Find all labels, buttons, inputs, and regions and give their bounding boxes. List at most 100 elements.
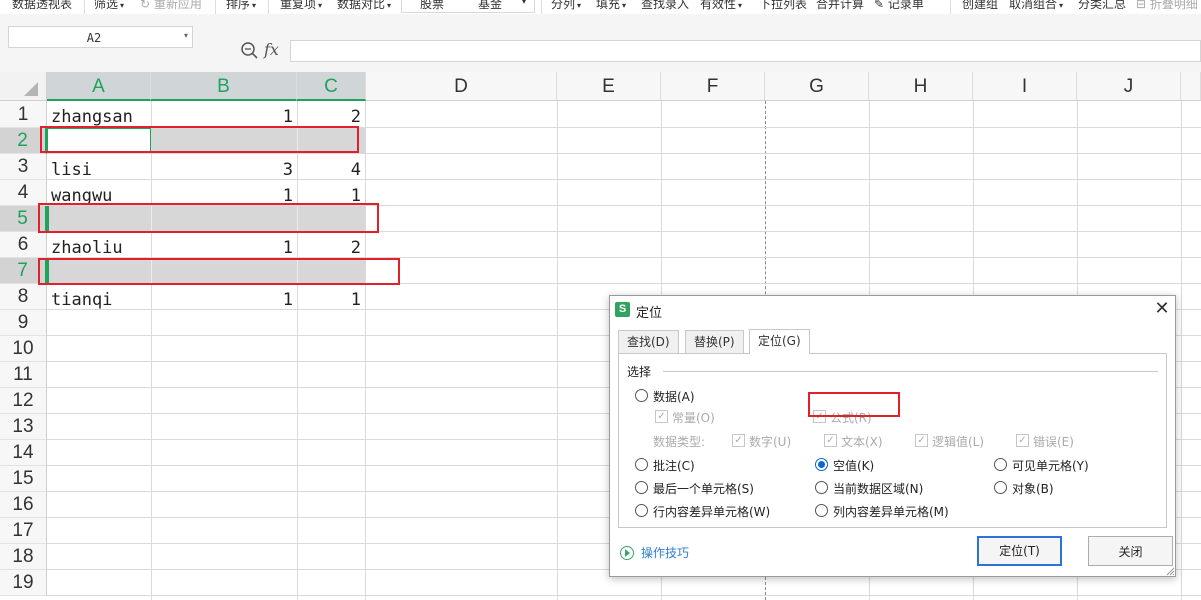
row-header-17[interactable]: 17 (0, 518, 47, 544)
select-all-corner[interactable] (0, 72, 47, 101)
chevron-down-icon: ▾ (622, 1, 627, 10)
resize-grip-icon[interactable] (1165, 566, 1175, 576)
cell-c3[interactable]: 4 (298, 157, 361, 183)
play-tips-icon[interactable] (620, 546, 634, 560)
validation-button[interactable]: 有效性 ▾ (700, 0, 742, 12)
cell-a3[interactable]: lisi (51, 157, 92, 183)
radio-blanks[interactable] (815, 458, 828, 471)
column-header-j[interactable]: J (1077, 72, 1181, 101)
cell-b8[interactable]: 1 (152, 287, 293, 313)
cell-c8[interactable]: 1 (298, 287, 361, 313)
radio-column-differences[interactable] (815, 504, 828, 517)
data-compare-button[interactable]: 数据对比 ▾ (337, 0, 391, 12)
column-header-i[interactable]: I (973, 72, 1077, 101)
radio-objects-label[interactable]: 对象(B) (1012, 480, 1054, 497)
dropdown-list-button[interactable]: 下拉列表 (759, 0, 807, 12)
close-icon[interactable]: ✕ (1151, 298, 1173, 320)
subtotal-button[interactable]: 分类汇总 (1078, 0, 1126, 12)
radio-data[interactable] (635, 389, 648, 402)
reapply-icon: ↻ (140, 0, 151, 11)
consolidate-button[interactable]: 合并计算 (816, 0, 864, 12)
radio-comments-label[interactable]: 批注(C) (653, 457, 695, 474)
data-type-label: 数据类型: (653, 435, 706, 449)
chevron-down-icon: ▾ (387, 1, 392, 10)
row-header-6[interactable]: 6 (0, 232, 47, 258)
group-divider (663, 371, 1158, 372)
goto-dialog: S 定位 ✕ 查找(D) 替换(P) 定位(G) 选择 数据(A) ✓ 常量(O… (609, 295, 1176, 577)
row-header-11[interactable]: 11 (0, 362, 47, 388)
radio-visible-cells[interactable] (994, 458, 1007, 471)
formula-input[interactable] (290, 40, 1201, 62)
cell-b3[interactable]: 3 (152, 157, 293, 183)
row-header-13[interactable]: 13 (0, 414, 47, 440)
radio-last-cell-label[interactable]: 最后一个单元格(S) (653, 480, 754, 497)
highlight-box-blanks-option (808, 392, 900, 417)
tab-replace[interactable]: 替换(P) (685, 330, 744, 353)
row-header-18[interactable]: 18 (0, 544, 47, 570)
pivot-table-button[interactable]: 数据透视表 (12, 0, 72, 12)
column-header-f[interactable]: F (661, 72, 765, 101)
wps-logo-icon: S (615, 302, 630, 317)
radio-comments[interactable] (635, 458, 648, 471)
checkbox-text-label: 文本(X) (841, 435, 883, 449)
radio-row-differences[interactable] (635, 504, 648, 517)
row-header-19[interactable]: 19 (0, 570, 47, 596)
radio-current-region-label[interactable]: 当前数据区域(N) (833, 480, 923, 497)
radio-row-differences-label[interactable]: 行内容差异单元格(W) (653, 503, 770, 520)
highlight-box-row-2 (40, 126, 359, 153)
tips-link[interactable]: 操作技巧 (641, 544, 689, 561)
column-header-b[interactable]: B (151, 72, 297, 101)
goto-button[interactable]: 定位(T) (977, 536, 1062, 566)
radio-data-label[interactable]: 数据(A) (653, 388, 695, 405)
row-header-16[interactable]: 16 (0, 492, 47, 518)
radio-blanks-label[interactable]: 空值(K) (833, 457, 874, 474)
cell-a8[interactable]: tianqi (51, 287, 112, 313)
record-form-button[interactable]: ✎ 记录单 (874, 0, 924, 12)
fill-button[interactable]: 填充 ▾ (596, 0, 626, 12)
group-label: 选择 (627, 363, 656, 380)
ungroup-button[interactable]: 取消组合 ▾ (1009, 0, 1063, 12)
column-header-h[interactable]: H (869, 72, 973, 101)
column-header-c[interactable]: C (297, 72, 366, 101)
column-header-e[interactable]: E (557, 72, 661, 101)
duplicates-button[interactable]: 重复项 ▾ (280, 0, 322, 12)
combo-option-fund[interactable]: 基金 (478, 0, 502, 12)
combo-option-stock[interactable]: 股票 (420, 0, 444, 12)
checkbox-text: ✓ (824, 434, 837, 447)
row-header-8[interactable]: 8 (0, 284, 47, 310)
row-header-10[interactable]: 10 (0, 336, 47, 362)
radio-visible-cells-label[interactable]: 可见单元格(Y) (1012, 457, 1089, 474)
fx-icon[interactable]: fx (264, 40, 279, 59)
sort-button[interactable]: 排序 ▾ (226, 0, 256, 12)
radio-current-region[interactable] (815, 481, 828, 494)
row-header-1[interactable]: 1 (0, 101, 47, 128)
name-box[interactable]: A2 ▾ (8, 26, 193, 48)
column-header-k[interactable] (1181, 72, 1201, 101)
lookup-entry-button[interactable]: 查找录入 (641, 0, 689, 12)
row-header-14[interactable]: 14 (0, 440, 47, 466)
filter-button[interactable]: 筛选 ▾ (94, 0, 124, 12)
text-to-columns-button[interactable]: 分列 ▾ (551, 0, 581, 12)
tab-find[interactable]: 查找(D) (618, 330, 679, 353)
column-header-a[interactable]: A (47, 72, 151, 101)
row-header-15[interactable]: 15 (0, 466, 47, 492)
name-box-value: A2 (86, 31, 102, 45)
row-header-9[interactable]: 9 (0, 310, 47, 336)
reapply-button[interactable]: ↻ 重新应用 (140, 0, 202, 12)
tab-goto[interactable]: 定位(G) (749, 329, 810, 354)
collapse-detail-button[interactable]: ⊟ 折叠明细 (1136, 0, 1198, 12)
radio-objects[interactable] (994, 481, 1007, 494)
row-header-3[interactable]: 3 (0, 154, 47, 180)
radio-column-differences-label[interactable]: 列内容差异单元格(M) (833, 503, 949, 520)
close-button[interactable]: 关闭 (1088, 536, 1173, 566)
column-header-g[interactable]: G (765, 72, 869, 101)
column-header-d[interactable]: D (366, 72, 557, 101)
ribbon-toolbar: 数据透视表 筛选 ▾ ↻ 重新应用 排序 ▾ 重复项 ▾ 数据对比 ▾ 股票 基金 ▾ … (0, 0, 1201, 14)
radio-last-cell[interactable] (635, 481, 648, 494)
create-group-button[interactable]: 创建组 (962, 0, 998, 12)
chevron-down-icon[interactable]: ▾ (184, 31, 188, 40)
zoom-icon[interactable] (240, 41, 260, 61)
chevron-down-icon[interactable]: ▾ (522, 0, 526, 6)
stock-fund-combo[interactable]: 股票 基金 ▾ (401, 0, 535, 13)
row-header-12[interactable]: 12 (0, 388, 47, 414)
